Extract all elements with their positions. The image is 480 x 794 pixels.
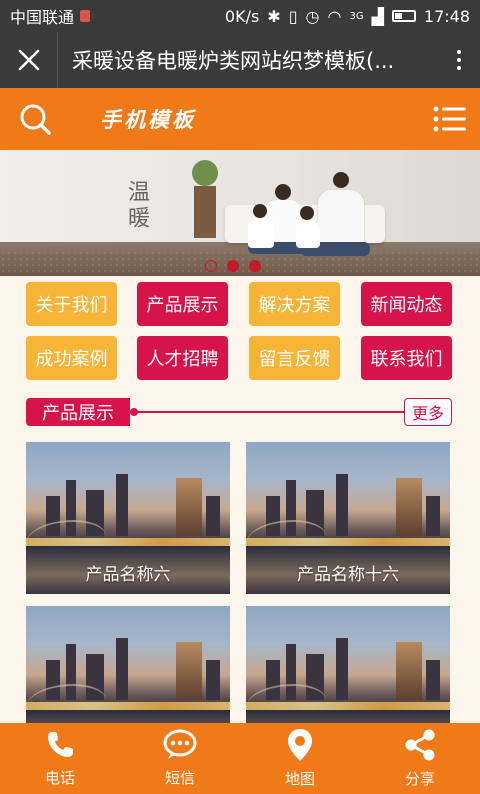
- bottom-nav-sms[interactable]: 短信: [120, 723, 240, 794]
- nav-contact[interactable]: 联系我们: [361, 336, 452, 380]
- product-image-lights: [26, 538, 230, 546]
- sim-icon: [80, 10, 91, 22]
- bottom-nav-label: 分享: [404, 770, 435, 788]
- more-button[interactable]: 更多: [404, 398, 452, 426]
- banner-child-one-head: [253, 204, 267, 218]
- product-image-building: [116, 638, 128, 700]
- more-dot-icon: [457, 66, 461, 70]
- bottom-nav-phone[interactable]: 电话: [0, 723, 120, 794]
- sms-icon: [163, 729, 197, 759]
- share-icon: [405, 729, 435, 761]
- more-options-button[interactable]: [438, 50, 480, 70]
- banner-dot-1[interactable]: [205, 260, 217, 272]
- more-dot-icon: [457, 58, 461, 62]
- bottom-nav: 电话 短信 地图 分享: [0, 723, 480, 794]
- product-name: 产品名称十六: [297, 565, 399, 585]
- nav-about-us[interactable]: 关于我们: [26, 282, 117, 326]
- banner-father-head: [333, 172, 349, 188]
- banner-headline: 温暖: [124, 180, 149, 232]
- status-icons: 0K/s ✱ ▯ ◷ ◠ 3G ▟ 17:48: [225, 7, 470, 26]
- bottom-nav-label: 短信: [164, 769, 195, 787]
- product-image-building: [336, 474, 348, 536]
- product-image-building: [206, 496, 220, 536]
- banner-child-one: [248, 218, 274, 248]
- battery-icon: [391, 10, 416, 22]
- wifi-icon: ◠: [327, 6, 342, 26]
- product-image-building: [396, 478, 422, 536]
- carrier-name: 中国联通: [10, 8, 75, 27]
- bottom-nav-label: 地图: [284, 770, 315, 788]
- product-image-building: [176, 642, 202, 700]
- bottom-nav-label: 电话: [44, 769, 75, 787]
- site-header: 手机模板: [0, 88, 480, 150]
- banner-dot-2[interactable]: [227, 260, 239, 272]
- clock: 17:48: [423, 6, 470, 26]
- product-image-building: [336, 638, 348, 700]
- product-image-building: [176, 478, 202, 536]
- banner-child-two-head: [300, 206, 314, 220]
- product-image-building: [116, 474, 128, 536]
- more-dot-icon: [457, 50, 461, 54]
- map-pin-icon: [288, 729, 312, 761]
- banner-text: 温暖: [120, 180, 152, 232]
- nav-feedback[interactable]: 留言反馈: [249, 336, 340, 380]
- product-image-lights: [26, 702, 230, 710]
- product-name: 产品名称六: [85, 565, 171, 585]
- bottom-nav-share[interactable]: 分享: [360, 723, 480, 794]
- product-card[interactable]: 产品名称十六: [246, 442, 450, 594]
- product-image-building: [396, 642, 422, 700]
- products-section-header: 产品展示 更多: [26, 396, 452, 428]
- nav-solutions[interactable]: 解决方案: [249, 282, 340, 326]
- product-image-building: [426, 496, 440, 536]
- phone-icon: [48, 732, 73, 757]
- product-image-building: [426, 660, 440, 700]
- menu-button[interactable]: [420, 88, 480, 150]
- banner-mother-head: [275, 184, 291, 200]
- alarm-icon: ◷: [305, 6, 320, 26]
- title-bar: 采暖设备电暖炉类网站织梦模板(...: [0, 32, 480, 88]
- bottom-nav-map[interactable]: 地图: [240, 723, 360, 794]
- nav-cases[interactable]: 成功案例: [26, 336, 117, 380]
- status-bar: 中国联通 0K/s ✱ ▯ ◷ ◠ 3G ▟ 17:48: [0, 0, 480, 32]
- product-card[interactable]: 产品名称六: [26, 442, 230, 594]
- product-image-lights: [246, 538, 450, 546]
- banner-plant: [192, 160, 218, 186]
- banner-dot-3[interactable]: [249, 260, 261, 272]
- nav-news[interactable]: 新闻动态: [361, 282, 452, 326]
- site-logo[interactable]: 手机模板: [70, 104, 420, 134]
- banner-pagination: [205, 260, 261, 272]
- section-title: 产品展示: [26, 398, 138, 426]
- nav-jobs[interactable]: 人才招聘: [137, 336, 228, 380]
- search-button[interactable]: [0, 88, 70, 150]
- banner-child-two: [296, 220, 320, 248]
- page-title: 采暖设备电暖炉类网站织梦模板(...: [72, 49, 395, 73]
- product-image-lights: [246, 702, 450, 710]
- carrier-group: 中国联通: [10, 4, 225, 28]
- close-button[interactable]: [0, 32, 58, 88]
- network-type: 3G: [349, 10, 364, 22]
- bluetooth-icon: ✱: [267, 6, 281, 26]
- vibrate-icon: ▯: [288, 6, 298, 26]
- banner-plant-pot: [194, 186, 216, 238]
- product-image-building: [206, 660, 220, 700]
- hero-banner[interactable]: 温暖: [0, 150, 480, 276]
- banner-father: [318, 190, 364, 248]
- network-speed: 0K/s: [224, 6, 260, 26]
- signal-icon: ▟: [371, 6, 384, 26]
- menu-icon: [433, 106, 466, 132]
- close-icon: [18, 49, 39, 71]
- nav-products[interactable]: 产品展示: [137, 282, 228, 326]
- search-icon: [20, 104, 51, 135]
